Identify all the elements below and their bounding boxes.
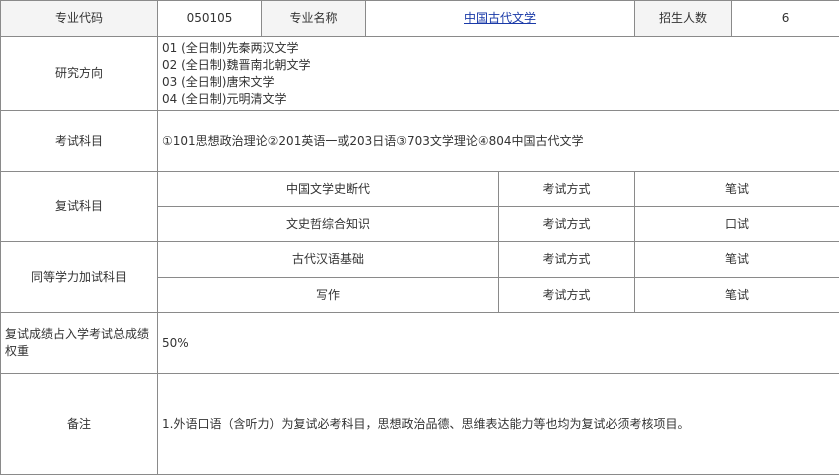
retest-label: 复试科目 — [1, 172, 158, 242]
quota-value: 6 — [732, 1, 839, 37]
admission-info-table: 专业代码 050105 专业名称 中国古代文学 招生人数 6 研究方向 01 (… — [0, 0, 839, 475]
retest-subject: 中国文学史断代 — [158, 172, 499, 207]
equivalent-subject: 写作 — [158, 278, 499, 313]
research-item: 02 (全日制)魏晋南北朝文学 — [162, 57, 835, 74]
research-list: 01 (全日制)先秦两汉文学 02 (全日制)魏晋南北朝文学 03 (全日制)唐… — [158, 37, 839, 111]
quota-label: 招生人数 — [635, 1, 732, 37]
retest-method-label: 考试方式 — [499, 207, 635, 242]
retest-method: 笔试 — [635, 172, 839, 207]
remarks-label: 备注 — [1, 374, 158, 475]
remarks-row: 备注 1.外语口语（含听力）为复试必考科目，思想政治品德、思维表达能力等也均为复… — [1, 374, 839, 475]
equivalent-method-label: 考试方式 — [499, 242, 635, 278]
exam-row: 考试科目 ①101思想政治理论②201英语一或203日语③703文学理论④804… — [1, 111, 839, 172]
retest-subject: 文史哲综合知识 — [158, 207, 499, 242]
weight-row: 复试成绩占入学考试总成绩权重 50% — [1, 313, 839, 374]
research-item: 04 (全日制)元明清文学 — [162, 91, 835, 108]
equivalent-method: 笔试 — [635, 278, 839, 313]
header-row: 专业代码 050105 专业名称 中国古代文学 招生人数 6 — [1, 1, 839, 37]
weight-value: 50% — [158, 313, 839, 374]
exam-value: ①101思想政治理论②201英语一或203日语③703文学理论④804中国古代文… — [158, 111, 839, 172]
retest-method: 口试 — [635, 207, 839, 242]
equivalent-row: 同等学力加试科目 古代汉语基础 考试方式 笔试 — [1, 242, 839, 278]
major-name-link[interactable]: 中国古代文学 — [464, 11, 536, 25]
retest-method-label: 考试方式 — [499, 172, 635, 207]
exam-label: 考试科目 — [1, 111, 158, 172]
research-item: 01 (全日制)先秦两汉文学 — [162, 40, 835, 57]
equivalent-label: 同等学力加试科目 — [1, 242, 158, 313]
research-label: 研究方向 — [1, 37, 158, 111]
equivalent-method: 笔试 — [635, 242, 839, 278]
major-name-label: 专业名称 — [262, 1, 366, 37]
research-item: 03 (全日制)唐宋文学 — [162, 74, 835, 91]
remarks-value: 1.外语口语（含听力）为复试必考科目，思想政治品德、思维表达能力等也均为复试必须… — [158, 374, 839, 475]
research-row: 研究方向 01 (全日制)先秦两汉文学 02 (全日制)魏晋南北朝文学 03 (… — [1, 37, 839, 111]
equivalent-method-label: 考试方式 — [499, 278, 635, 313]
major-code-label: 专业代码 — [1, 1, 158, 37]
retest-row: 复试科目 中国文学史断代 考试方式 笔试 — [1, 172, 839, 207]
major-code-value: 050105 — [158, 1, 262, 37]
equivalent-subject: 古代汉语基础 — [158, 242, 499, 278]
major-name-cell: 中国古代文学 — [366, 1, 635, 37]
weight-label: 复试成绩占入学考试总成绩权重 — [1, 313, 158, 374]
